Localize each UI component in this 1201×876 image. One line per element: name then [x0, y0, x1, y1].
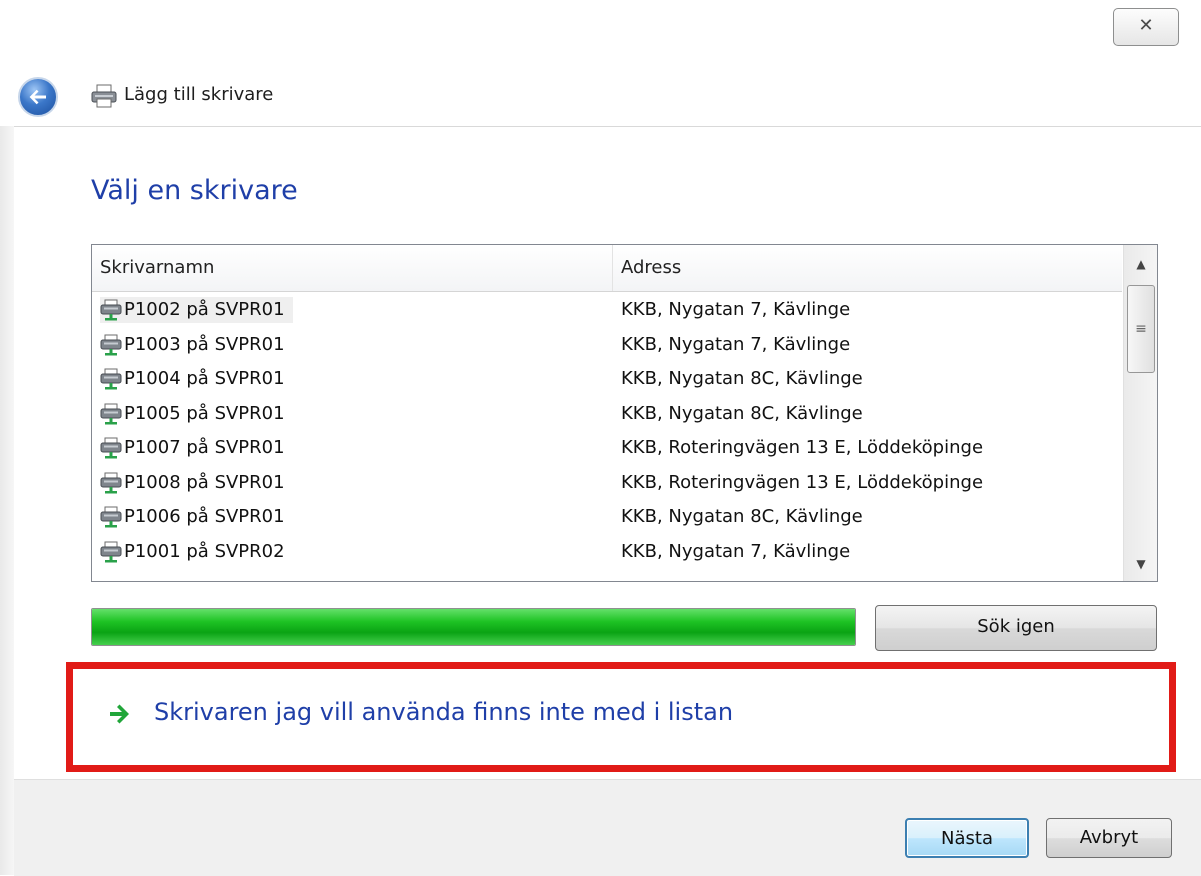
vertical-scrollbar[interactable]: ▲ ≡ ▼	[1123, 245, 1157, 581]
scroll-up-arrow-icon[interactable]: ▲	[1124, 249, 1157, 279]
column-header-address[interactable]: Adress	[612, 245, 1121, 291]
network-printer-icon	[100, 299, 122, 321]
page-title: Välj en skrivare	[91, 175, 298, 206]
printer-name: P1001 på SVPR02	[124, 540, 285, 562]
printer-name-cell: P1003 på SVPR01	[100, 332, 285, 358]
network-printer-icon	[100, 541, 122, 562]
window-frame-left	[0, 126, 14, 875]
printer-name: P1006 på SVPR01	[124, 506, 285, 527]
printer-address-cell: KKB, Roteringvägen 13 E, Löddeköpinge	[621, 471, 984, 493]
table-row[interactable]: P1008 på SVPR01 KKB, Roteringvägen 13 E, …	[92, 465, 1122, 500]
cancel-button[interactable]: Avbryt	[1046, 818, 1172, 858]
table-row[interactable]: P1005 på SVPR01 KKB, Nygatan 8C, Kävlinge	[92, 396, 1122, 431]
printer-address-cell: KKB, Nygatan 8C, Kävlinge	[621, 368, 863, 389]
next-button[interactable]: Nästa	[905, 818, 1029, 858]
printer-address-cell: KKB, Nygatan 8C, Kävlinge	[621, 402, 863, 424]
table-row[interactable]: P1001 på SVPR02 KKB, Nygatan 7, Kävlinge	[92, 534, 1122, 569]
window-title: Lägg till skrivare	[124, 84, 274, 105]
printer-name-cell: P1004 på SVPR01	[100, 366, 285, 392]
list-header: Skrivarnamn Adress	[92, 245, 1122, 292]
network-printer-icon	[100, 506, 122, 528]
table-row[interactable]: P1007 på SVPR01 KKB, Roteringvägen 13 E, …	[92, 430, 1122, 465]
printer-name-cell: P1002 på SVPR01	[100, 297, 293, 323]
printer-icon	[91, 84, 117, 108]
network-printer-icon	[100, 437, 122, 459]
printer-name: P1008 på SVPR01	[124, 471, 285, 493]
green-arrow-icon	[110, 704, 129, 724]
network-printer-icon	[100, 334, 122, 355]
printer-name: P1004 på SVPR01	[124, 368, 285, 389]
window-chrome	[0, 0, 1201, 126]
table-row[interactable]: P1003 på SVPR01 KKB, Nygatan 7, Kävlinge	[92, 327, 1122, 362]
printer-name: P1002 på SVPR01	[124, 299, 285, 320]
scroll-down-arrow-icon[interactable]: ▼	[1124, 549, 1157, 579]
printer-name-cell: P1005 på SVPR01	[100, 401, 285, 427]
table-row[interactable]: P1004 på SVPR01 KKB, Nygatan 8C, Kävlinge	[92, 361, 1122, 396]
network-printer-icon	[100, 472, 122, 493]
printer-name-cell: P1007 på SVPR01	[100, 435, 285, 461]
close-button[interactable]: ✕	[1113, 8, 1179, 46]
progress-fill	[92, 609, 855, 645]
printer-name-cell: P1001 på SVPR02	[100, 539, 285, 565]
network-printer-icon	[100, 403, 122, 424]
printer-address-cell: KKB, Nygatan 7, Kävlinge	[621, 540, 851, 562]
column-header-name[interactable]: Skrivarnamn	[100, 245, 605, 291]
printer-address-cell: KKB, Roteringvägen 13 E, Löddeköpinge	[621, 437, 984, 458]
printer-name: P1003 på SVPR01	[124, 333, 285, 355]
network-printer-icon	[100, 368, 122, 390]
search-progress-bar	[91, 608, 856, 646]
printer-name: P1005 på SVPR01	[124, 402, 285, 424]
table-row[interactable]: P1006 på SVPR01 KKB, Nygatan 8C, Kävlinge	[92, 499, 1122, 534]
printer-name-cell: P1008 på SVPR01	[100, 470, 285, 496]
printer-list[interactable]: Skrivarnamn Adress P1002 på SVPR01 KKB, N…	[91, 244, 1158, 582]
back-arrow-icon	[29, 89, 46, 105]
list-rows: P1002 på SVPR01 KKB, Nygatan 7, Kävlinge P…	[92, 292, 1122, 568]
search-again-button[interactable]: Sök igen	[875, 605, 1157, 651]
scroll-thumb[interactable]: ≡	[1127, 285, 1155, 373]
printer-address-cell: KKB, Nygatan 8C, Kävlinge	[621, 506, 863, 527]
printer-address-cell: KKB, Nygatan 7, Kävlinge	[621, 299, 851, 320]
printer-not-listed-link[interactable]: Skrivaren jag vill använda finns inte me…	[154, 698, 733, 726]
printer-name-cell: P1006 på SVPR01	[100, 504, 285, 530]
printer-name: P1007 på SVPR01	[124, 437, 285, 458]
printer-address-cell: KKB, Nygatan 7, Kävlinge	[621, 333, 851, 355]
close-icon: ✕	[1138, 15, 1154, 36]
back-button[interactable]	[18, 77, 58, 117]
table-row[interactable]: P1002 på SVPR01 KKB, Nygatan 7, Kävlinge	[92, 292, 1122, 327]
